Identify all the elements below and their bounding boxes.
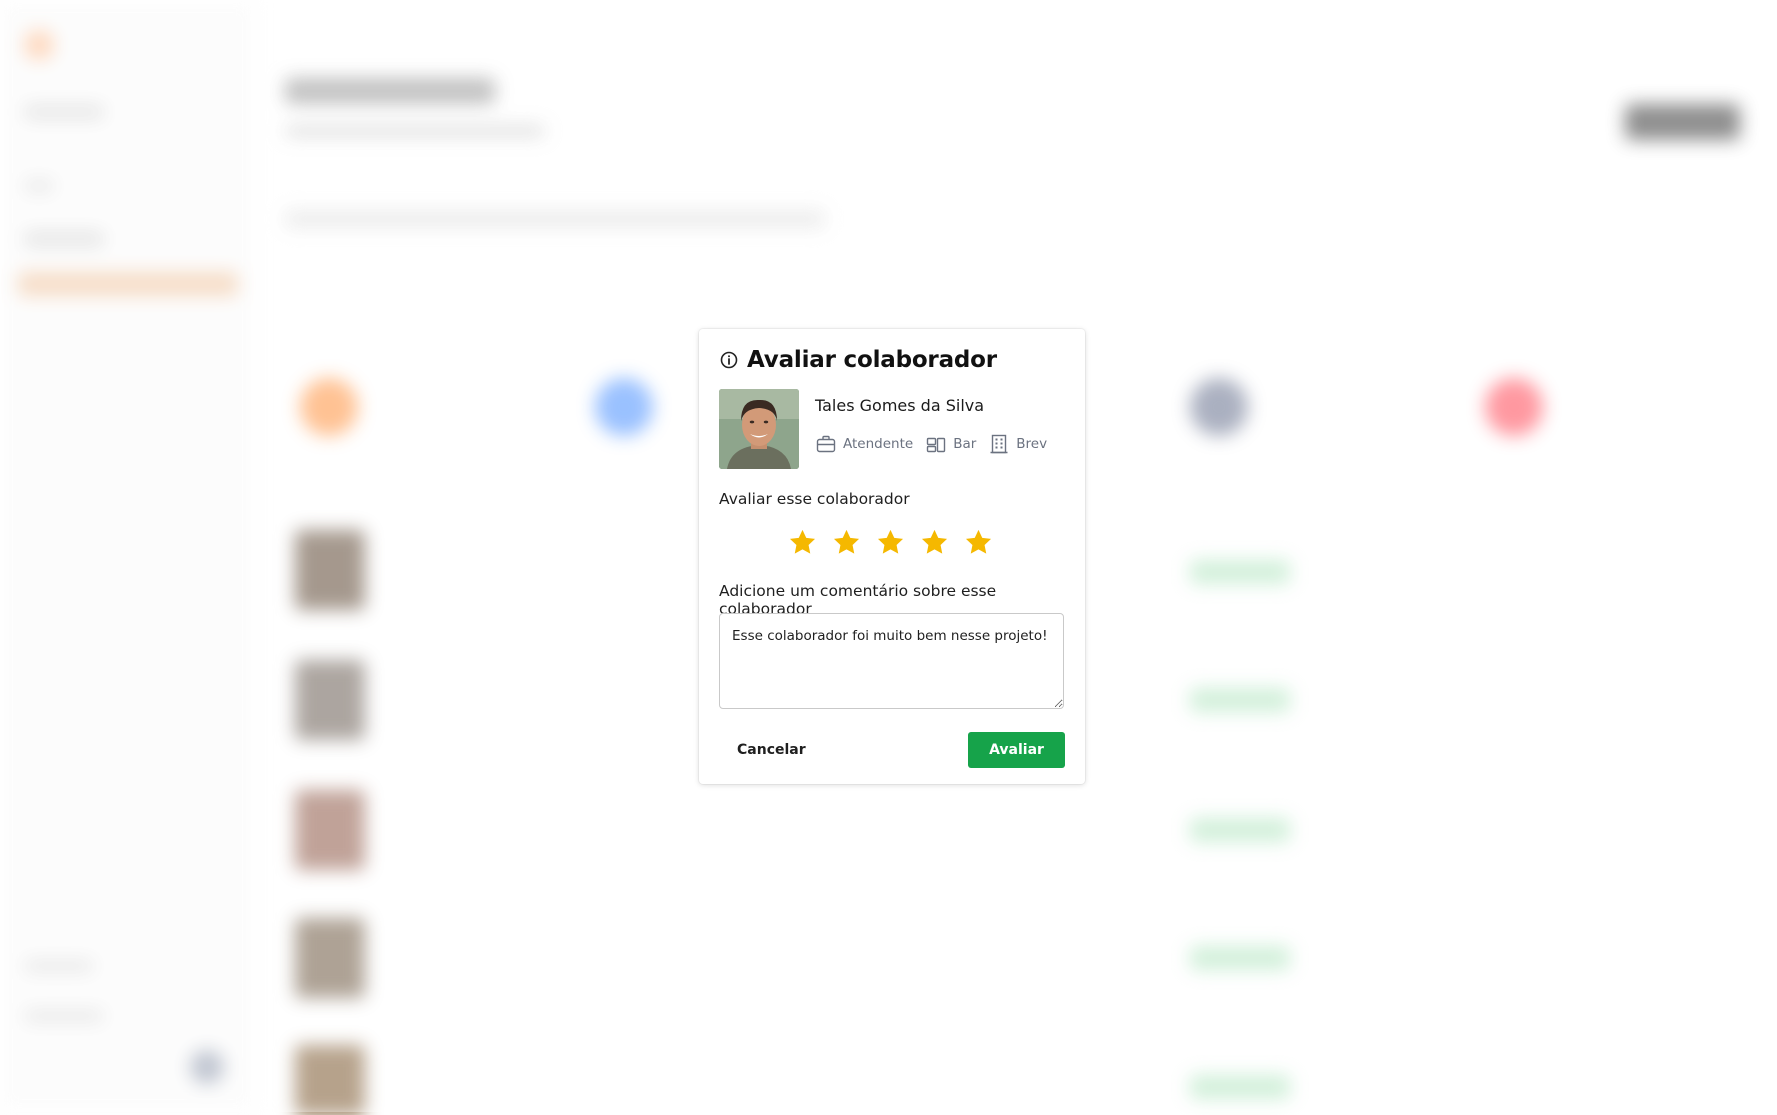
cancel-button[interactable]: Cancelar: [719, 732, 824, 768]
employee-profile: Tales Gomes da Silva Atendente Bar Brev: [719, 389, 1047, 469]
employee-name: Tales Gomes da Silva: [815, 396, 985, 415]
employee-role-label: Atendente: [843, 436, 914, 452]
building-icon: [988, 433, 1010, 455]
star-icon[interactable]: [787, 527, 818, 558]
star-icon[interactable]: [963, 527, 994, 558]
employee-role: Atendente: [815, 433, 913, 455]
star-icon[interactable]: [831, 527, 862, 558]
modal-header: Avaliar colaborador: [719, 347, 997, 373]
rate-employee-modal: Avaliar colaborador Tales Gomes da Silva: [699, 329, 1085, 784]
employee-info: Tales Gomes da Silva Atendente Bar Brev: [815, 389, 1047, 469]
star-icon[interactable]: [875, 527, 906, 558]
submit-rating-button[interactable]: Avaliar: [968, 732, 1065, 768]
rating-label: Avaliar esse colaborador: [719, 490, 910, 508]
info-icon: [719, 350, 739, 370]
employee-company-label: Brev: [1016, 436, 1048, 452]
employee-department-label: Bar: [953, 436, 977, 452]
employee-department: Bar: [925, 433, 976, 455]
star-rating[interactable]: [787, 527, 994, 558]
briefcase-icon: [815, 433, 837, 455]
department-icon: [925, 433, 947, 455]
employee-company: Brev: [988, 433, 1047, 455]
employee-meta: Atendente Bar Brev: [815, 433, 1047, 455]
employee-avatar: [719, 389, 799, 469]
comment-textarea[interactable]: Esse colaborador foi muito bem nesse pro…: [719, 613, 1064, 709]
star-icon[interactable]: [919, 527, 950, 558]
modal-title: Avaliar colaborador: [747, 347, 997, 373]
